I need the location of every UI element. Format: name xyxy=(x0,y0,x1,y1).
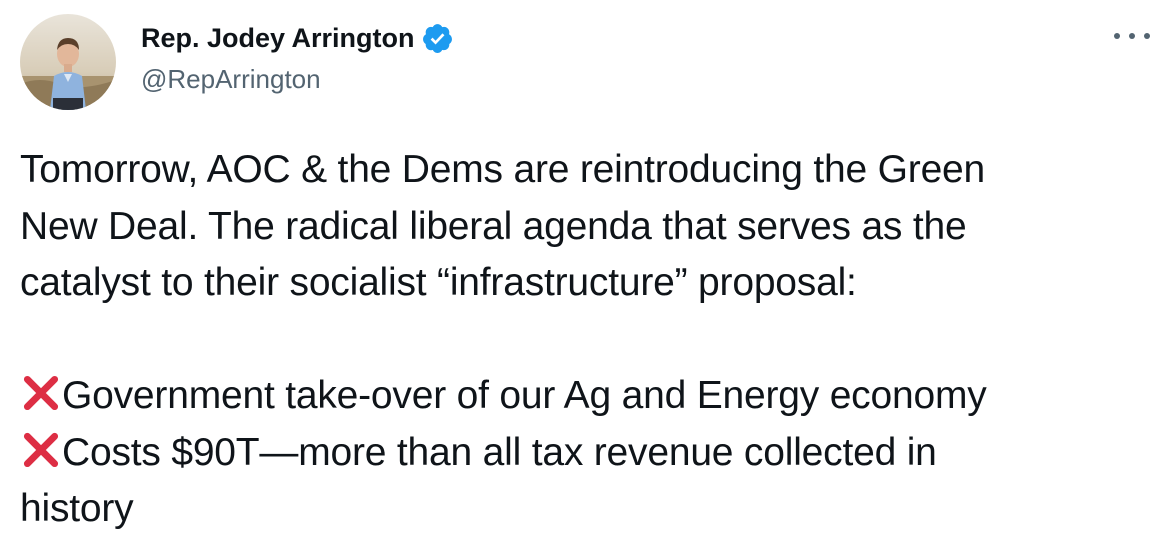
dot xyxy=(1144,33,1150,39)
more-options-icon[interactable] xyxy=(1114,22,1150,50)
tweet-text: Tomorrow, AOC & the Dems are reintroduci… xyxy=(20,142,1168,538)
bullet-item: Costs $90T—more than all tax revenue col… xyxy=(20,425,1168,482)
dot xyxy=(1114,33,1120,39)
cross-mark-icon xyxy=(20,429,62,471)
tweet-line: Tomorrow, AOC & the Dems are reintroduci… xyxy=(20,148,986,191)
dot xyxy=(1129,33,1135,39)
verified-badge-icon xyxy=(421,22,454,55)
bullet-text: Costs $90T—more than all tax revenue col… xyxy=(62,430,937,474)
cross-mark-icon xyxy=(20,372,62,414)
tweet-line: New Deal. The radical liberal agenda tha… xyxy=(20,204,967,248)
bullet-item: Government take-over of our Ag and Energ… xyxy=(20,368,1168,425)
bullet-text: Government take-over of our Ag and Energ… xyxy=(62,374,987,417)
avatar[interactable] xyxy=(20,14,116,110)
display-name-row[interactable]: Rep. Jodey Arrington xyxy=(141,20,454,56)
handle[interactable]: @RepArrington xyxy=(141,62,321,96)
display-name[interactable]: Rep. Jodey Arrington xyxy=(141,20,415,56)
tweet-line: catalyst to their socialist “infrastruct… xyxy=(20,261,857,304)
profile-photo xyxy=(20,14,116,110)
bullet-continuation: history xyxy=(20,487,134,530)
